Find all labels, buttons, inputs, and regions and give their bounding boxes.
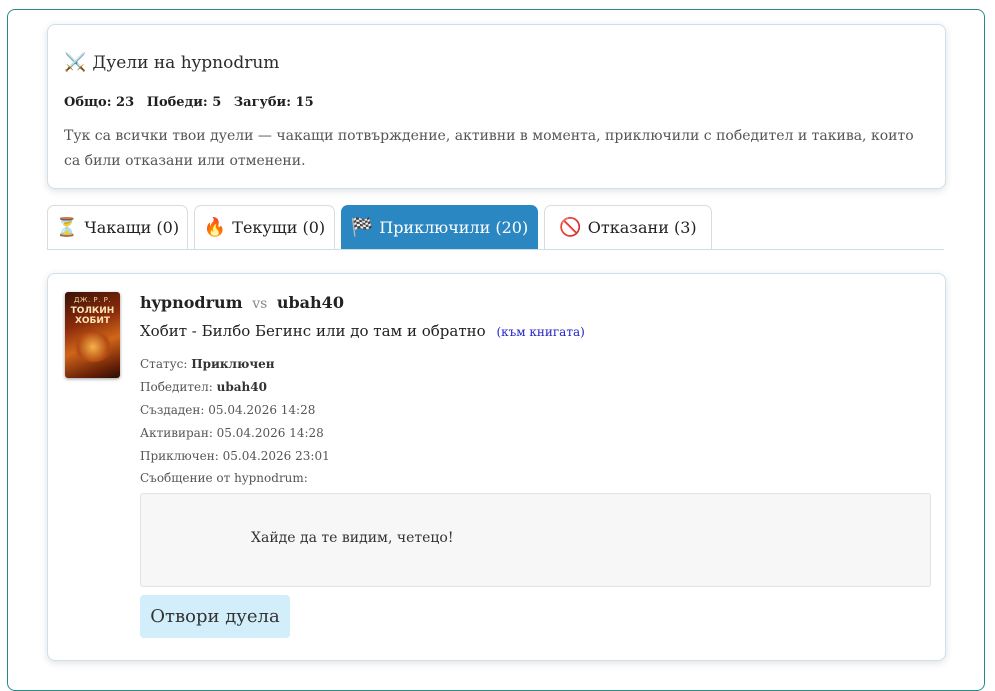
summary-description: Тук са всички твои дуели — чакащи потвър… [64, 128, 914, 169]
tab-current[interactable]: 🔥 Текущи (0) [194, 205, 335, 249]
book-title-line: Хобит - Билбо Бегинс или до там и обратн… [140, 322, 585, 340]
duel-tabs: ⏳ Чакащи (0) 🔥 Текущи (0) 🏁 Приключили (… [47, 205, 944, 250]
status-label: Статус: [140, 357, 188, 371]
winner-value: ubah40 [216, 380, 267, 394]
tab-current-label: Текущи (0) [232, 218, 326, 237]
cover-title: ТОЛКИН ХОБИТ [70, 306, 115, 326]
checkered-flag-icon: 🏁 [350, 216, 374, 238]
book-title: Хобит - Билбо Бегинс или до там и обратн… [140, 322, 486, 340]
stat-losses: Загуби: 15 [233, 95, 314, 110]
activated-date: Активиран: 05.04.2026 14:28 [140, 426, 324, 440]
page-title-text: Дуели на hypnodrum [92, 52, 280, 73]
hourglass-icon: ⏳ [55, 216, 79, 238]
tab-declined-label: Отказани (3) [587, 218, 697, 237]
tab-finished-label: Приключили (20) [379, 218, 529, 237]
book-link[interactable]: (към книгата) [496, 325, 584, 339]
tab-declined[interactable]: 🚫 Отказани (3) [544, 205, 712, 249]
duel-card: ДЖ. Р. Р. ТОЛКИН ХОБИТ hypnodrum vs ubah… [47, 273, 946, 661]
fire-icon: 🔥 [203, 216, 227, 238]
message-box: Хайде да те видим, четецо! [140, 493, 931, 587]
cover-author: ДЖ. Р. Р. [73, 296, 112, 304]
page-title: ⚔️ Дуели на hypnodrum [64, 52, 279, 73]
tab-finished[interactable]: 🏁 Приключили (20) [341, 205, 538, 249]
duel-players: hypnodrum vs ubah40 [140, 293, 344, 312]
status-value: Приключен [191, 357, 275, 371]
message-label: Съобщение от hypnodrum: [140, 471, 308, 485]
crossed-swords-icon: ⚔️ [64, 52, 87, 73]
finished-date: Приключен: 05.04.2026 23:01 [140, 449, 330, 463]
dragon-illustration [73, 332, 113, 362]
stat-total: Общо: 23 [64, 95, 135, 110]
winner-row: Победител: ubah40 [140, 376, 330, 399]
player-two: ubah40 [276, 293, 344, 312]
tab-pending[interactable]: ⏳ Чакащи (0) [47, 205, 188, 249]
duels-summary-card: ⚔️ Дуели на hypnodrum Общо: 23 Победи: 5… [47, 24, 946, 189]
book-cover[interactable]: ДЖ. Р. Р. ТОЛКИН ХОБИТ [65, 292, 120, 378]
winner-label: Победител: [140, 380, 213, 394]
tab-pending-label: Чакащи (0) [84, 218, 180, 237]
duel-meta: Статус: Приключен Победител: ubah40 Създ… [140, 353, 330, 468]
open-duel-button[interactable]: Отвори дуела [140, 595, 290, 638]
versus-label: vs [252, 296, 268, 312]
player-one: hypnodrum [140, 293, 243, 312]
stat-wins: Победи: 5 [146, 95, 222, 110]
created-date: Създаден: 05.04.2026 14:28 [140, 403, 316, 417]
message-text: Хайде да те видим, четецо! [251, 530, 454, 546]
duel-stats: Общо: 23 Победи: 5 Загуби: 15 [64, 95, 322, 110]
status-row: Статус: Приключен [140, 353, 330, 376]
prohibited-icon: 🚫 [559, 216, 582, 238]
